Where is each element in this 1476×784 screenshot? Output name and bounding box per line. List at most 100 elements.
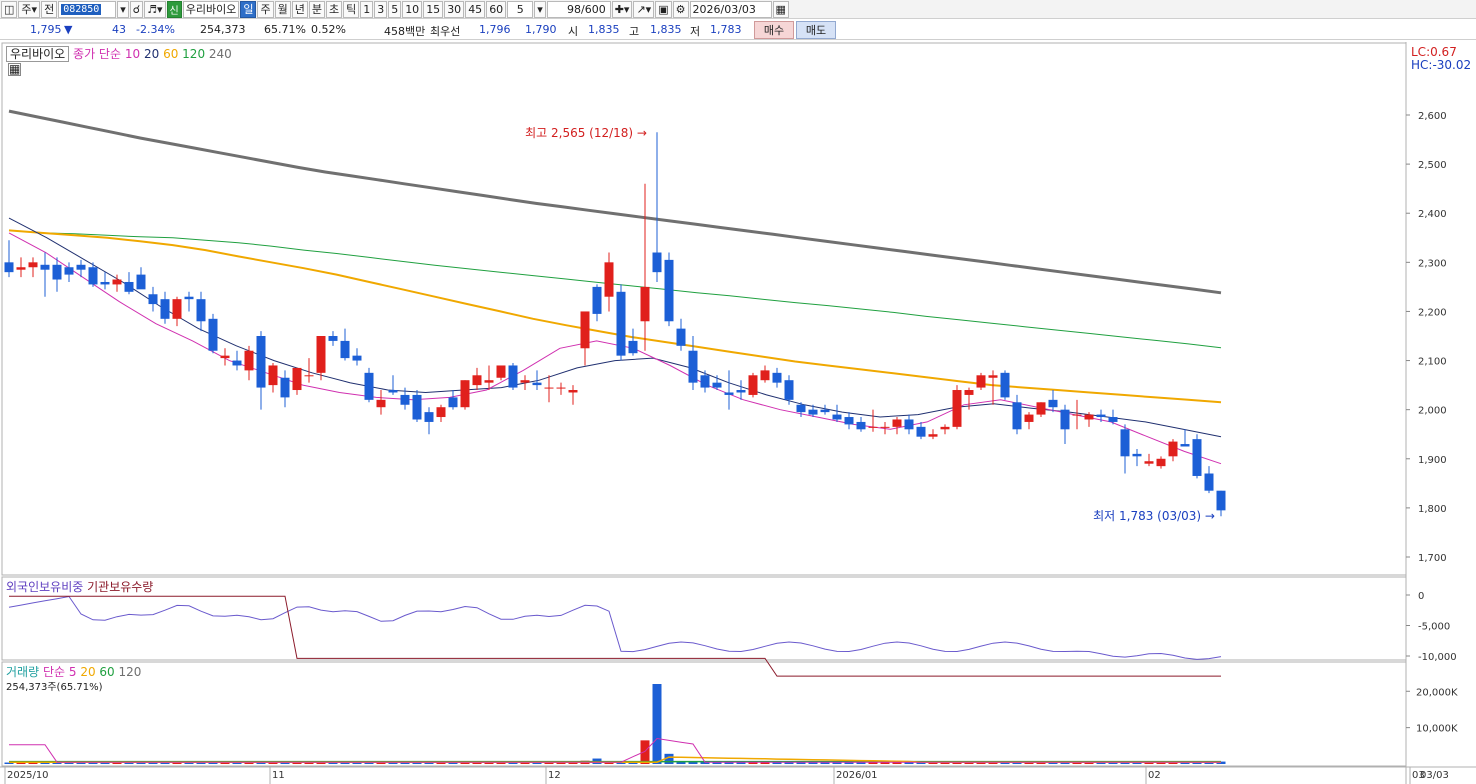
candle-body (76, 264, 86, 270)
crosshair-icon[interactable]: ✚▾ (611, 0, 633, 18)
foreign-panel-frame (1, 576, 1407, 661)
legend-ma-label[interactable]: 종가 단순 (73, 47, 121, 61)
turnover-rate: 0.52% (311, 23, 346, 36)
legend-ma240[interactable]: 240 (209, 47, 232, 61)
legend-ma120[interactable]: 120 (182, 47, 205, 61)
grid-toggle-icon[interactable]: ▦ (8, 63, 21, 76)
candle-body (964, 390, 974, 395)
draw-tool-icon[interactable]: ↗▾ (633, 0, 655, 18)
low-label: 저 (690, 25, 701, 38)
current-price: 1,795 (30, 23, 62, 36)
candle-body (304, 375, 314, 377)
minute-60-button[interactable]: 60 (486, 0, 507, 18)
period-second-button[interactable]: 초 (325, 0, 343, 18)
code-dropdown-button[interactable]: ▾ (117, 0, 129, 18)
minute-45-button[interactable]: 45 (465, 0, 486, 18)
stock-code-input[interactable]: 082850 (58, 0, 117, 18)
candle-body (556, 387, 566, 389)
legend-volume[interactable]: 거래량 (6, 665, 39, 679)
legend-vol-ma120[interactable]: 120 (119, 665, 142, 679)
best-ask: 1,796 (479, 23, 511, 36)
volume-current: 254,373주(65.71%) (6, 682, 103, 693)
chart-canvas[interactable]: 2,600 2,500 2,400 2,300 2,200 2,100 2,000 1,900… (0, 42, 1476, 784)
legend-ma60[interactable]: 60 (163, 47, 178, 61)
price-change: 43 (112, 23, 126, 36)
date-input[interactable]: 2026/03/03 (689, 0, 772, 18)
minute-1-button[interactable]: 1 (360, 0, 374, 18)
minute-5-button[interactable]: 5 (388, 0, 402, 18)
legend-foreign-ratio[interactable]: 외국인보유비중 (6, 580, 83, 594)
candle-body (808, 409, 818, 415)
ma10-line (8, 232, 1222, 465)
candle-body (1096, 414, 1106, 418)
candle-body (100, 281, 110, 285)
sell-button[interactable]: 매도 (796, 21, 836, 39)
high-price: 1,835 (650, 23, 682, 36)
candle-body (268, 365, 278, 386)
candle-body (1084, 414, 1094, 420)
period-year-button[interactable]: 년 (291, 0, 308, 18)
candle-body (712, 382, 722, 388)
candle-body (952, 390, 962, 427)
legend-ma10[interactable]: 10 (125, 47, 140, 61)
price-tick-label: 2,600 (1418, 111, 1447, 122)
market-select[interactable]: 주 ▾ (18, 0, 41, 18)
candle-body (412, 394, 422, 420)
volume-tick-label: 20,000K (1416, 687, 1458, 698)
low-price: 1,783 (710, 23, 742, 36)
x-axis-right-label: 03/03 (1420, 770, 1449, 781)
stock-name: 우리바이오 (182, 0, 240, 18)
x-tick-label: 11 (272, 770, 285, 781)
minute-15-button[interactable]: 15 (423, 0, 444, 18)
legend-vol-ma5[interactable]: 단순 5 (43, 665, 77, 679)
period-minute-button[interactable]: 분 (308, 0, 325, 18)
candle-body (700, 375, 710, 388)
candle-body (904, 419, 914, 430)
speaker-icon[interactable]: ♬▾ (144, 0, 166, 18)
legend-stock-name[interactable]: 우리바이오 (6, 46, 70, 62)
interval-dropdown-button[interactable]: ▾ (534, 0, 546, 18)
legend-vol-ma60[interactable]: 60 (99, 665, 114, 679)
candle-body (244, 350, 254, 371)
min-price-annotation: 최저 1,783 (03/03) → (1093, 509, 1215, 523)
ma60-line (8, 229, 1222, 404)
candle-body (796, 404, 806, 413)
minute-30-button[interactable]: 30 (444, 0, 465, 18)
legend-inst-holding[interactable]: 기관보유수량 (87, 580, 153, 594)
candle-body (748, 375, 758, 395)
foreign-tick-label: -5,000 (1418, 622, 1450, 633)
calendar-icon[interactable]: ▦ (772, 0, 789, 18)
candle-body (340, 340, 350, 359)
candle-body (460, 380, 470, 408)
minute-3-button[interactable]: 3 (374, 0, 388, 18)
candle-body (520, 380, 530, 383)
price-tick-label: 2,100 (1418, 357, 1447, 368)
candle-body (688, 350, 698, 383)
candle-body (1036, 402, 1046, 415)
minute-10-button[interactable]: 10 (402, 0, 423, 18)
price-legend: 우리바이오 종가 단순 10 20 60 120 240 (6, 45, 232, 62)
candle-body (40, 264, 50, 270)
candle-body (28, 262, 38, 268)
period-day-button[interactable]: 일 (240, 0, 257, 18)
interval-input[interactable]: 5 (507, 0, 534, 18)
candle-body (4, 262, 14, 273)
save-icon[interactable]: ▣ (655, 0, 672, 18)
kind-select[interactable]: 전 (41, 0, 58, 18)
volume-bar (652, 684, 662, 764)
period-month-button[interactable]: 월 (274, 0, 291, 18)
layout-icon[interactable]: ◫ (1, 0, 18, 18)
candle-body (916, 426, 926, 437)
candle-body (172, 299, 182, 319)
period-week-button[interactable]: 주 (257, 0, 274, 18)
search-icon[interactable]: ☌ (129, 0, 144, 18)
gear-icon[interactable]: ⚙ (672, 0, 689, 18)
legend-vol-ma20[interactable]: 20 (80, 665, 95, 679)
candle-body (148, 294, 158, 305)
stock-chart[interactable]: 2,600 2,500 2,400 2,300 2,200 2,100 2,000 1,900… (0, 42, 1476, 784)
buy-button[interactable]: 매수 (754, 21, 794, 39)
period-tick-button[interactable]: 틱 (343, 0, 360, 18)
hc-label: HC:-30.02 (1411, 58, 1472, 72)
candle-body (208, 318, 218, 351)
legend-ma20[interactable]: 20 (144, 47, 159, 61)
